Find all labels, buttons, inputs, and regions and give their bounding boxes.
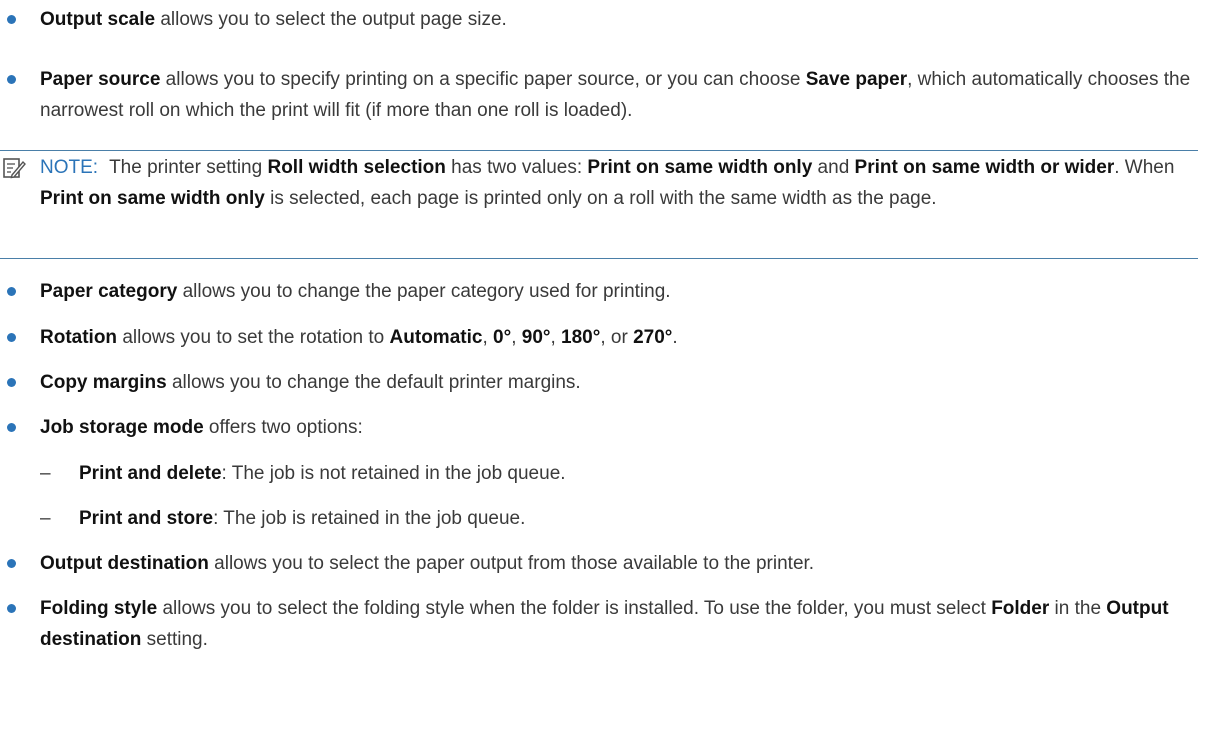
term: Copy margins xyxy=(40,372,167,393)
bullet-icon xyxy=(7,75,16,84)
term: Paper source xyxy=(40,69,161,90)
term: Paper category xyxy=(40,281,178,302)
note-label: NOTE: xyxy=(40,157,99,178)
term: Output scale xyxy=(40,9,156,30)
bullet-icon xyxy=(7,378,16,387)
bullet-icon xyxy=(7,559,16,568)
term: Save paper xyxy=(805,69,908,90)
term: Print and delete xyxy=(79,463,222,484)
note-pencil-icon xyxy=(3,158,26,179)
note-top-rule xyxy=(0,150,1198,151)
term: Job storage mode xyxy=(40,417,204,438)
term: Print and store xyxy=(79,508,214,529)
bullet-icon xyxy=(7,604,16,613)
bullet-icon xyxy=(7,423,16,432)
dash-marker: – xyxy=(40,508,51,529)
term: Rotation xyxy=(40,327,118,348)
dash-marker: – xyxy=(40,463,51,484)
bullet-icon xyxy=(7,15,16,24)
term: Output destination xyxy=(40,553,209,574)
note-bottom-rule xyxy=(0,258,1198,259)
bullet-icon xyxy=(7,287,16,296)
term: Folding style xyxy=(40,598,158,619)
bullet-icon xyxy=(7,333,16,342)
